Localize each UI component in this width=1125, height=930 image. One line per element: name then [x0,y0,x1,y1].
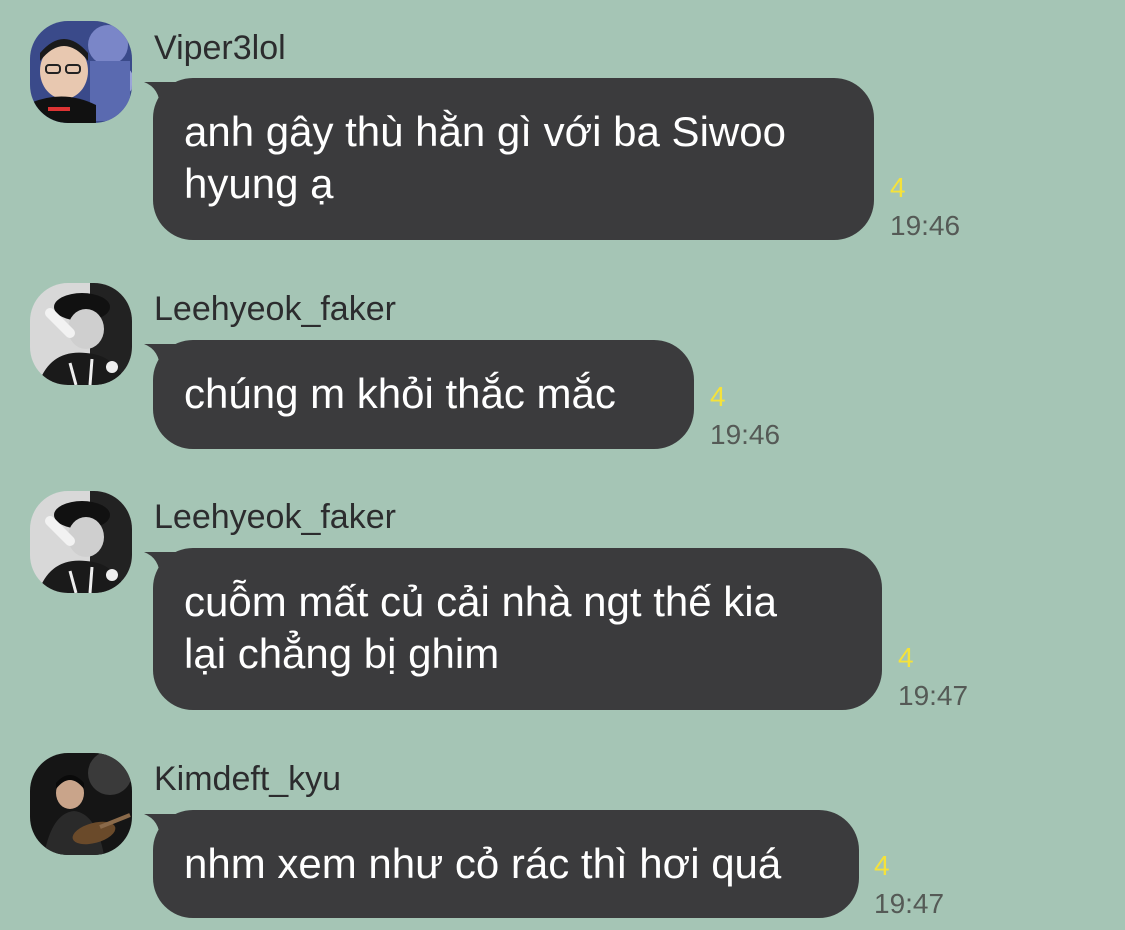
avatar-photo-icon [30,21,132,123]
message-text: nhm xem như cỏ rác thì hơi quá [184,840,782,887]
message-time: 19:46 [890,210,961,241]
avatar-photo-icon [30,491,132,593]
message-meta: 4 19:46 [890,172,960,242]
message-bubble[interactable]: anh gây thù hằn gì với ba Siwoo hyung ạ [144,78,874,240]
sender-avatar[interactable] [30,283,132,385]
message-bubble[interactable]: nhm xem như cỏ rác thì hơi quá [144,810,859,918]
sender-name: Leehyeok_faker [154,498,396,536]
unread-count: 4 [890,172,906,203]
bubble-tail-icon [144,344,178,370]
sender-avatar[interactable] [30,753,132,855]
sender-avatar[interactable] [30,21,132,123]
message-text: chúng m khỏi thắc mắc [184,370,616,417]
message-meta: 4 19:46 [710,381,780,451]
unread-count: 4 [710,381,726,412]
message-time: 19:46 [710,419,781,450]
message-text: anh gây thù hằn gì với ba Siwoo hyung ạ [184,108,786,207]
message-bubble[interactable]: chúng m khỏi thắc mắc [144,340,694,449]
unread-count: 4 [898,642,914,673]
sender-name: Leehyeok_faker [154,290,396,328]
message-time: 19:47 [874,888,945,919]
unread-count: 4 [874,850,890,881]
bubble-tail-icon [144,82,178,108]
message-bubble[interactable]: cuỗm mất củ cải nhà ngt thế kia lại chẳn… [144,548,882,710]
avatar-photo-icon [30,283,132,385]
message-time: 19:47 [898,680,969,711]
sender-name: Kimdeft_kyu [154,760,342,798]
message-text: cuỗm mất củ cải nhà ngt thế kia lại chẳn… [184,578,777,677]
message-meta: 4 19:47 [874,850,944,920]
avatar-photo-icon [30,753,132,855]
sender-avatar[interactable] [30,491,132,593]
sender-name: Viper3lol [154,29,286,67]
message-meta: 4 19:47 [898,642,968,712]
bubble-tail-icon [144,814,178,840]
bubble-tail-icon [144,552,178,578]
